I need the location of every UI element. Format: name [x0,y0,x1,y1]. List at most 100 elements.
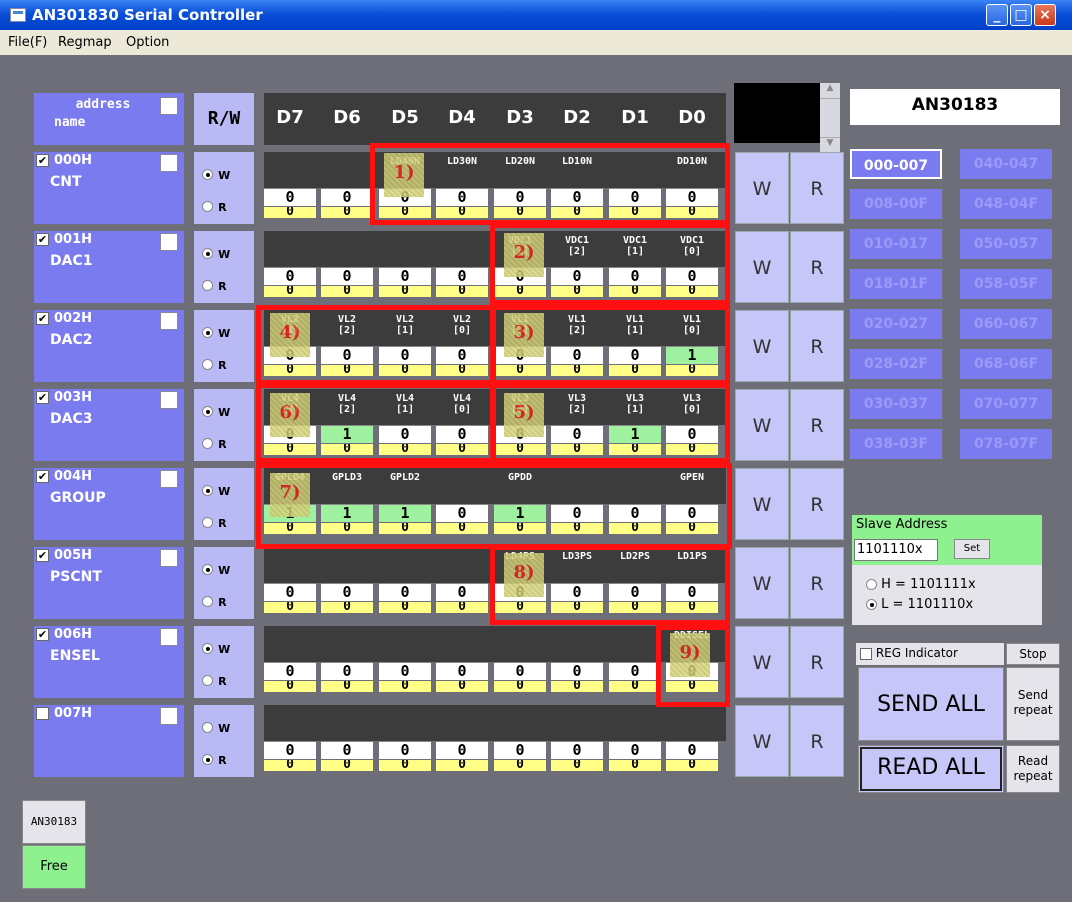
bit-toggle[interactable]: 0 [264,662,316,680]
read-register-button[interactable]: R [790,152,844,224]
read-register-button[interactable]: R [790,626,844,698]
rw-read-option[interactable]: R [202,512,227,531]
reg-indicator-checkbox[interactable] [860,647,872,660]
read-register-button[interactable]: R [790,389,844,461]
bit-toggle[interactable]: 0 [264,267,316,285]
register-enable-checkbox[interactable]: ✔ [36,312,49,325]
register-enable-checkbox[interactable]: ✔ [36,233,49,246]
register-enable-checkbox[interactable]: ✔ [36,549,49,562]
set-button[interactable]: Set [954,539,990,559]
rw-write-radio[interactable] [202,248,213,259]
range-button-020-027[interactable]: 020-027 [850,309,942,339]
rw-write-option[interactable]: W [202,164,230,183]
write-register-button[interactable]: W [735,705,789,777]
bit-toggle[interactable]: 0 [436,741,488,759]
bit-toggle[interactable]: 0 [551,741,603,759]
read-register-button[interactable]: R [790,468,844,540]
rw-read-radio[interactable] [202,517,213,528]
read-register-button[interactable]: R [790,705,844,777]
range-button-058-05F[interactable]: 058-05F [960,269,1052,299]
register-select-box[interactable] [160,391,178,409]
rw-read-option[interactable]: R [202,433,227,452]
rw-read-radio[interactable] [202,438,213,449]
rw-write-option[interactable]: W [202,638,230,657]
range-button-010-017[interactable]: 010-017 [850,229,942,259]
range-button-018-01F[interactable]: 018-01F [850,269,942,299]
range-button-008-00F[interactable]: 008-00F [850,189,942,219]
send-all-button[interactable]: SEND ALL [858,667,1004,741]
bit-toggle[interactable]: 0 [264,188,316,206]
rw-write-radio[interactable] [202,327,213,338]
menu-file[interactable]: File(F) [8,35,47,50]
bit-toggle[interactable]: 0 [379,662,431,680]
register-select-box[interactable] [160,312,178,330]
rw-write-option[interactable]: W [202,559,230,578]
register-enable-checkbox[interactable]: ✔ [36,470,49,483]
bit-toggle[interactable]: 0 [436,662,488,680]
rw-write-radio[interactable] [202,722,213,733]
minimize-button[interactable]: _ [986,4,1008,26]
rw-read-radio[interactable] [202,754,213,765]
write-register-button[interactable]: W [735,547,789,619]
rw-write-option[interactable]: W [202,717,230,736]
write-register-button[interactable]: W [735,231,789,303]
bit-toggle[interactable]: 0 [494,741,546,759]
range-button-078-07F[interactable]: 078-07F [960,429,1052,459]
register-select-box[interactable] [160,154,178,172]
rw-read-option[interactable]: R [202,196,227,215]
bit-toggle[interactable]: 0 [436,267,488,285]
register-select-box[interactable] [160,470,178,488]
register-select-box[interactable] [160,233,178,251]
menu-regmap[interactable]: Regmap [58,35,112,50]
bit-toggle[interactable]: 0 [321,741,373,759]
rw-read-radio[interactable] [202,675,213,686]
range-button-040-047[interactable]: 040-047 [960,149,1052,179]
list-scrollbar[interactable]: ▲ ▼ [820,83,840,153]
send-repeat-button[interactable]: Send repeat [1006,667,1060,741]
register-enable-checkbox[interactable]: ✔ [36,628,49,641]
rw-read-option[interactable]: R [202,749,227,768]
write-register-button[interactable]: W [735,389,789,461]
rw-read-option[interactable]: R [202,591,227,610]
register-select-box[interactable] [160,549,178,567]
rw-read-option[interactable]: R [202,670,227,689]
bit-toggle[interactable]: 0 [321,188,373,206]
bit-toggle[interactable]: 0 [494,662,546,680]
rw-read-radio[interactable] [202,596,213,607]
range-button-000-007[interactable]: 000-007 [850,149,942,179]
bit-toggle[interactable]: 0 [379,583,431,601]
bit-toggle[interactable]: 0 [379,741,431,759]
bit-toggle[interactable]: 0 [321,662,373,680]
range-button-060-067[interactable]: 060-067 [960,309,1052,339]
select-all-checkbox[interactable] [160,97,178,115]
bit-toggle[interactable]: 0 [321,583,373,601]
rw-write-option[interactable]: W [202,401,230,420]
maximize-button[interactable]: □ [1010,4,1032,26]
range-button-038-03F[interactable]: 038-03F [850,429,942,459]
stop-button[interactable]: Stop [1006,643,1060,665]
close-button[interactable]: × [1034,4,1056,26]
option-l[interactable]: L = 1101110x [866,597,973,612]
register-enable-checkbox[interactable]: ✔ [36,154,49,167]
radio-h[interactable] [866,579,877,590]
range-button-050-057[interactable]: 050-057 [960,229,1052,259]
rw-write-option[interactable]: W [202,480,230,499]
write-register-button[interactable]: W [735,626,789,698]
rw-read-option[interactable]: R [202,354,227,373]
read-repeat-button[interactable]: Read repeat [1006,745,1060,793]
bit-toggle[interactable]: 0 [609,741,661,759]
bit-toggle[interactable]: 0 [551,662,603,680]
read-register-button[interactable]: R [790,547,844,619]
rw-read-radio[interactable] [202,280,213,291]
rw-write-radio[interactable] [202,564,213,575]
range-button-070-077[interactable]: 070-077 [960,389,1052,419]
register-select-box[interactable] [160,707,178,725]
register-select-box[interactable] [160,628,178,646]
range-button-048-04F[interactable]: 048-04F [960,189,1052,219]
menu-option[interactable]: Option [126,35,169,50]
read-register-button[interactable]: R [790,310,844,382]
rw-write-option[interactable]: W [202,243,230,262]
range-button-030-037[interactable]: 030-037 [850,389,942,419]
range-button-028-02F[interactable]: 028-02F [850,349,942,379]
write-register-button[interactable]: W [735,152,789,224]
